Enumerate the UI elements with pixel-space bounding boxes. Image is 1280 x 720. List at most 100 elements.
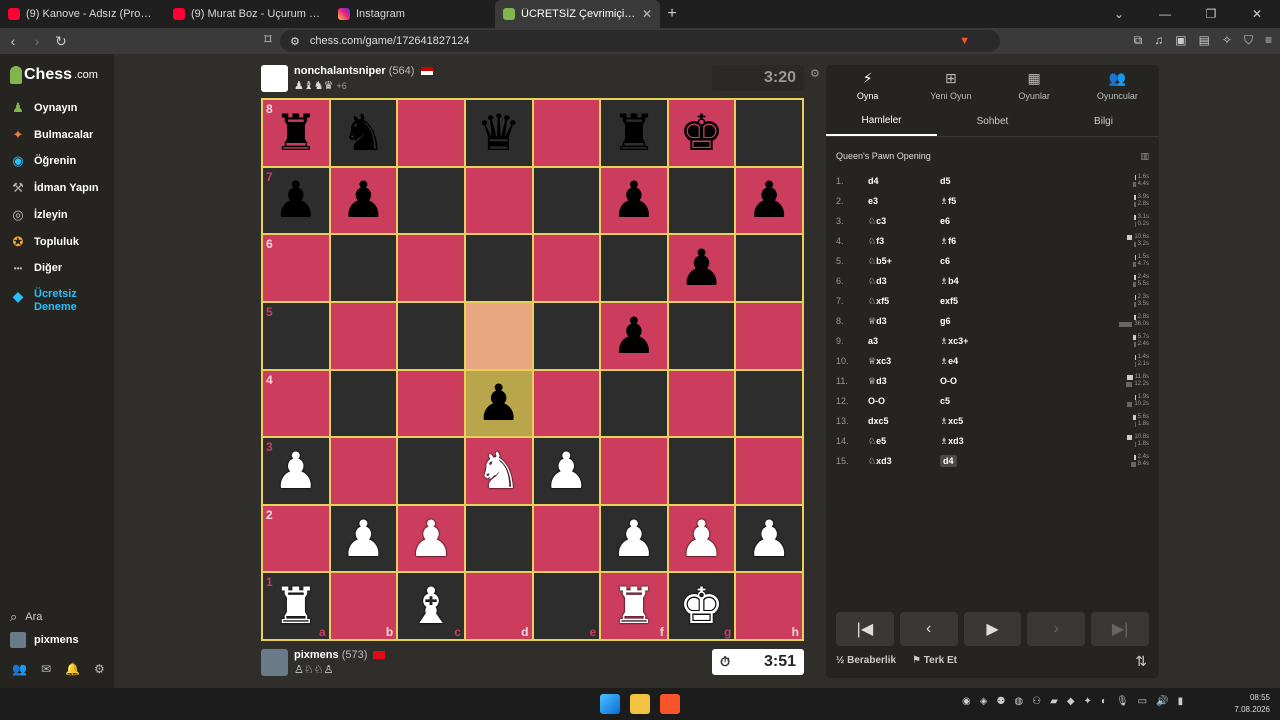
sidebar-toggle-icon[interactable]: ▣ <box>1175 33 1186 48</box>
subtab-moves[interactable]: Hamleler <box>826 107 937 136</box>
white-pawn-icon[interactable]: ♟ <box>273 446 318 496</box>
white-pawn-icon[interactable]: ♟ <box>747 514 792 564</box>
volume-icon[interactable]: 🔊 <box>1156 696 1168 707</box>
square-b3[interactable] <box>329 437 398 505</box>
bell-icon[interactable]: 🔔 <box>65 662 80 676</box>
wallet-icon[interactable]: ▤ <box>1199 33 1210 48</box>
square-a1[interactable]: 1 a ♜ <box>262 572 330 640</box>
first-move-button[interactable]: |◀ <box>836 612 894 646</box>
system-clock[interactable]: 08:55 7.08.2026 <box>1234 692 1270 716</box>
tray-app-icon[interactable]: ◆ <box>1067 696 1075 707</box>
black-pawn-icon[interactable]: ♟ <box>612 175 657 225</box>
square-d7[interactable] <box>464 166 533 235</box>
tab-players[interactable]: 👥 Oyuncular <box>1076 65 1159 105</box>
media-icon[interactable]: ♫ <box>1154 33 1163 48</box>
new-tab-button[interactable]: + <box>660 5 684 23</box>
tab-play[interactable]: ⚡ Oyna <box>826 65 909 105</box>
black-pawn-icon[interactable]: ♟ <box>341 175 386 225</box>
mail-icon[interactable]: ✉ <box>41 662 51 676</box>
next-move-button[interactable]: › <box>1027 612 1086 646</box>
square-e8[interactable] <box>532 99 601 167</box>
last-move-button[interactable]: ▶| <box>1091 612 1149 646</box>
square-g6[interactable]: ♟ <box>667 234 736 302</box>
black-move[interactable]: O-O <box>940 376 1012 386</box>
white-move[interactable]: O-O <box>868 396 940 406</box>
black-queen-icon[interactable]: ♛ <box>476 108 521 158</box>
settings-icon[interactable]: ⚙ <box>94 662 105 676</box>
user-link[interactable]: pixmens <box>10 632 79 648</box>
square-a6[interactable]: 6 <box>262 234 330 302</box>
board-settings-icon[interactable]: ⚙ <box>810 67 820 80</box>
white-rook-icon[interactable]: ♜ <box>612 581 657 631</box>
sidebar-item-more[interactable]: ••• Diğer <box>10 260 62 276</box>
friends-icon[interactable]: 👥 <box>12 662 27 676</box>
free-trial-link[interactable]: ◆ Ücretsiz Deneme <box>10 288 94 314</box>
square-g4[interactable] <box>667 369 736 438</box>
tray-app-icon[interactable]: ◉ <box>962 696 971 707</box>
black-move[interactable]: ♗xd3 <box>940 436 1012 447</box>
square-h8[interactable] <box>735 99 803 167</box>
square-h1[interactable]: h <box>735 572 803 640</box>
white-move[interactable]: d4 <box>868 176 940 186</box>
discord-icon[interactable]: ◍ <box>1014 696 1023 707</box>
white-pawn-icon[interactable]: ♟ <box>341 514 386 564</box>
square-g5[interactable] <box>667 301 736 370</box>
square-d6[interactable] <box>464 234 533 302</box>
square-c7[interactable] <box>397 166 465 235</box>
square-g2[interactable]: ♟ <box>667 504 736 573</box>
white-move[interactable]: e3 <box>868 196 940 206</box>
square-c2[interactable]: ♟ <box>397 504 465 573</box>
square-a7[interactable]: 7 ♟ <box>262 166 330 235</box>
square-e7[interactable] <box>532 166 601 235</box>
square-e2[interactable] <box>532 504 601 573</box>
white-move[interactable]: ♘xf5 <box>868 296 940 307</box>
square-e6[interactable] <box>532 234 601 302</box>
brave-shield-icon[interactable]: ▼ <box>959 35 970 47</box>
square-d1[interactable]: d <box>464 572 533 640</box>
black-knight-icon[interactable]: ♞ <box>341 108 386 158</box>
white-knight-icon[interactable]: ♞ <box>476 446 521 496</box>
square-h4[interactable] <box>735 369 803 438</box>
tab-games[interactable]: ▦ Oyunlar <box>993 65 1076 105</box>
network-icon[interactable]: ▭ <box>1138 696 1147 707</box>
square-f2[interactable]: ♟ <box>600 504 668 573</box>
address-bar[interactable]: ⚙ chess.com/game/172641827124 ▼ <box>280 30 1000 52</box>
file-explorer-icon[interactable] <box>630 694 650 714</box>
square-f3[interactable] <box>600 437 668 505</box>
white-move[interactable]: ♕d3 <box>868 316 940 327</box>
square-f5[interactable]: ♟ <box>600 301 668 370</box>
white-move[interactable]: ♘e5 <box>868 436 940 447</box>
black-pawn-icon[interactable]: ♟ <box>273 175 318 225</box>
square-b4[interactable] <box>329 369 398 438</box>
square-b1[interactable]: b <box>329 572 398 640</box>
tray-app-icon[interactable]: ◐ <box>1101 696 1107 707</box>
square-b5[interactable] <box>329 301 398 370</box>
previous-move-button[interactable]: ‹ <box>899 612 958 646</box>
sidebar-item-learn[interactable]: ◉ Öğrenin <box>10 153 76 169</box>
white-move[interactable]: ♘c3 <box>868 216 940 227</box>
chess-board[interactable]: 8 ♜ ♞ ♛ ♜ ♚ 7 ♟ ♟ ♟ ♟ 6 ♟ 5 ♟ 4 ♟ 3 ♟ ♞ ♟ 2 ♟ ♟ ♟ ♟ ♟ 1 a ♜ b c ♝ d e f ♜ g ♚ h <box>261 98 804 641</box>
white-king-icon[interactable]: ♚ <box>679 581 724 631</box>
white-move[interactable]: ♘d3 <box>868 276 940 287</box>
flip-board-icon[interactable]: ⇅ <box>1135 653 1147 670</box>
black-pawn-icon[interactable]: ♟ <box>679 243 724 293</box>
tray-app-icon[interactable]: ◈ <box>980 696 988 707</box>
white-move[interactable]: ♘b5+ <box>868 256 940 267</box>
black-rook-icon[interactable]: ♜ <box>612 108 657 158</box>
opening-name[interactable]: Queen's Pawn Opening <box>836 151 931 161</box>
black-move[interactable]: g6 <box>940 316 1012 326</box>
square-f6[interactable] <box>600 234 668 302</box>
black-move[interactable]: c5 <box>940 396 1012 406</box>
black-king-icon[interactable]: ♚ <box>679 108 724 158</box>
black-move[interactable]: d4 <box>940 455 1012 467</box>
white-bishop-icon[interactable]: ♝ <box>409 581 454 631</box>
black-move[interactable]: c6 <box>940 256 1012 266</box>
square-b8[interactable]: ♞ <box>329 99 398 167</box>
black-pawn-icon[interactable]: ♟ <box>612 311 657 361</box>
square-h5[interactable] <box>735 301 803 370</box>
square-c6[interactable] <box>397 234 465 302</box>
square-d2[interactable] <box>464 504 533 573</box>
square-h2[interactable]: ♟ <box>735 504 803 573</box>
square-a4[interactable]: 4 <box>262 369 330 438</box>
square-a3[interactable]: 3 ♟ <box>262 437 330 505</box>
